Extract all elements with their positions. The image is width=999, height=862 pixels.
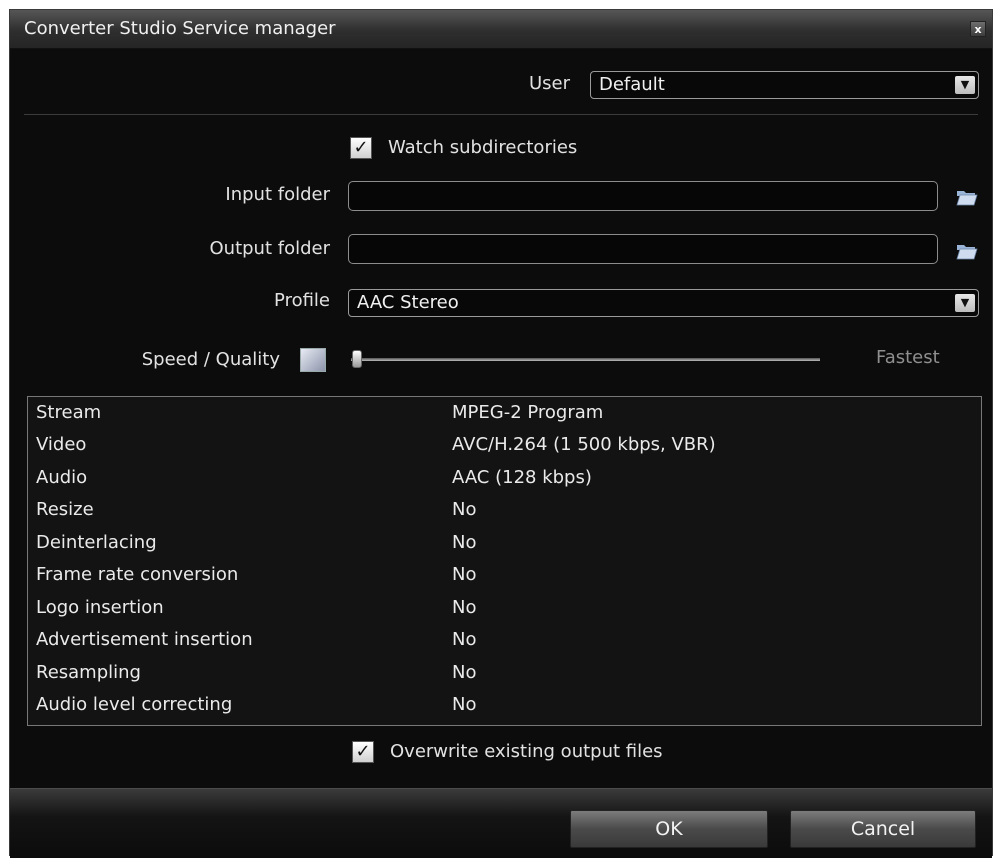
- setting-value: MPEG-2 Program: [452, 402, 604, 423]
- folder-open-icon[interactable]: [956, 242, 978, 260]
- chevron-down-icon: ▼: [955, 76, 975, 94]
- overwrite-existing-checkbox[interactable]: ✓: [352, 741, 374, 763]
- table-row[interactable]: Video AVC/H.264 (1 500 kbps, VBR): [28, 429, 981, 461]
- close-button[interactable]: x: [970, 21, 986, 37]
- table-row[interactable]: Stream MPEG-2 Program: [28, 397, 981, 429]
- speed-quality-value: Fastest: [876, 347, 940, 368]
- user-select-value: Default: [599, 74, 665, 95]
- setting-value: No: [452, 597, 477, 618]
- setting-name: Advertisement insertion: [36, 629, 253, 650]
- ok-button[interactable]: OK: [570, 810, 768, 848]
- table-row[interactable]: Audio level correcting No: [28, 689, 981, 721]
- output-folder-field[interactable]: [348, 234, 938, 264]
- setting-name: Logo insertion: [36, 597, 164, 618]
- separator: [24, 114, 978, 115]
- table-row[interactable]: Advertisement insertion No: [28, 624, 981, 656]
- checkmark-icon: ✓: [355, 741, 371, 762]
- window-title: Converter Studio Service manager: [24, 18, 336, 39]
- user-label: User: [528, 73, 570, 94]
- service-manager-window: Converter Studio Service manager x User …: [9, 9, 993, 858]
- setting-name: Audio level correcting: [36, 694, 233, 715]
- table-row[interactable]: Deinterlacing No: [28, 527, 981, 559]
- table-row[interactable]: Audio AAC (128 kbps): [28, 462, 981, 494]
- button-bar: OK Cancel: [10, 788, 992, 858]
- table-row[interactable]: Logo insertion No: [28, 592, 981, 624]
- setting-value: AAC (128 kbps): [452, 467, 592, 488]
- setting-value: No: [452, 532, 477, 553]
- setting-value: No: [452, 629, 477, 650]
- checkmark-icon: ✓: [353, 137, 369, 158]
- input-folder-label: Input folder: [225, 184, 330, 205]
- setting-value: No: [452, 499, 477, 520]
- speed-quality-slider-track[interactable]: [351, 358, 820, 361]
- speed-quality-slider-thumb[interactable]: [352, 350, 362, 368]
- setting-name: Resampling: [36, 662, 141, 683]
- setting-name: Stream: [36, 402, 102, 423]
- output-folder-label: Output folder: [209, 238, 331, 259]
- setting-value: No: [452, 694, 477, 715]
- folder-open-icon[interactable]: [956, 188, 978, 206]
- setting-value: No: [452, 662, 477, 683]
- profile-label: Profile: [274, 290, 330, 311]
- profile-select-value: AAC Stereo: [357, 292, 459, 313]
- table-row[interactable]: Frame rate conversion No: [28, 559, 981, 591]
- chevron-down-icon: ▼: [955, 294, 975, 312]
- table-row[interactable]: Resize No: [28, 494, 981, 526]
- setting-value: No: [452, 564, 477, 585]
- setting-value: AVC/H.264 (1 500 kbps, VBR): [452, 434, 716, 455]
- setting-name: Video: [36, 434, 87, 455]
- setting-name: Frame rate conversion: [36, 564, 239, 585]
- speed-quality-label: Speed / Quality: [141, 349, 280, 370]
- user-select[interactable]: Default ▼: [590, 71, 979, 99]
- title-bar: Converter Studio Service manager x: [10, 10, 992, 49]
- profile-select[interactable]: AAC Stereo ▼: [348, 289, 979, 317]
- cancel-button[interactable]: Cancel: [790, 810, 976, 848]
- setting-name: Audio: [36, 467, 88, 488]
- watch-subdirectories-checkbox[interactable]: ✓: [350, 137, 372, 159]
- setting-name: Resize: [36, 499, 94, 520]
- setting-name: Deinterlacing: [36, 532, 157, 553]
- overwrite-existing-label: Overwrite existing output files: [390, 741, 663, 762]
- quality-swatch: [300, 348, 326, 372]
- settings-table: Stream MPEG-2 Program Video AVC/H.264 (1…: [27, 396, 982, 726]
- watch-subdirectories-label: Watch subdirectories: [388, 137, 578, 158]
- table-row[interactable]: Resampling No: [28, 657, 981, 689]
- input-folder-field[interactable]: [348, 181, 938, 211]
